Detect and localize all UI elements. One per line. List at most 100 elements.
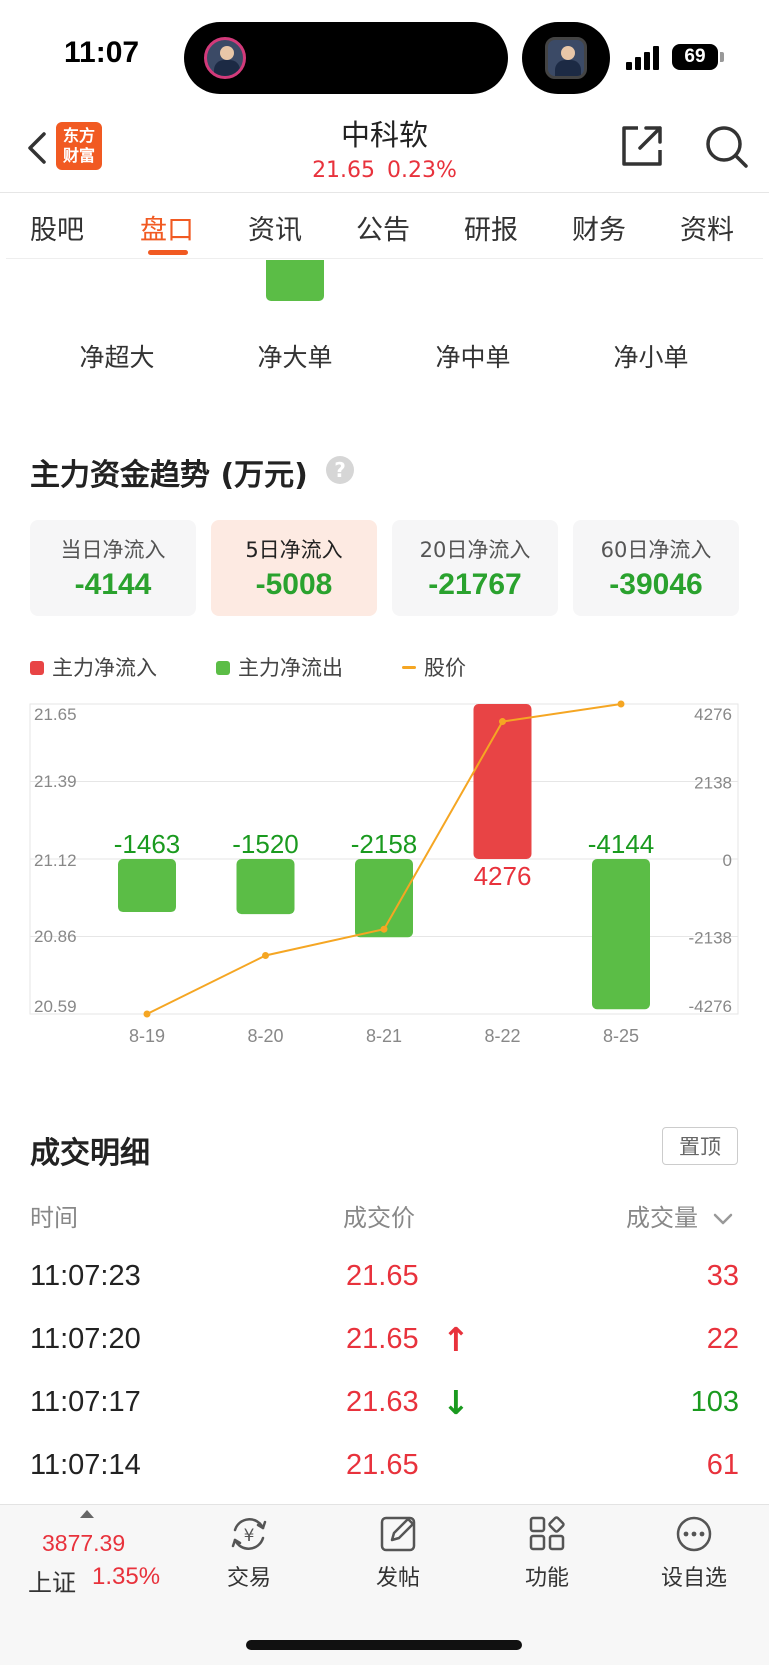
x-tick: 8-25 (603, 1026, 639, 1046)
nav-functions[interactable]: 功能 (487, 1514, 607, 1592)
nav-trade[interactable]: ¥ 交易 (189, 1514, 309, 1592)
dist-label-super: 净超大 (79, 343, 155, 372)
yen-exchange-icon: ¥ (231, 1518, 267, 1550)
header-divider (0, 192, 769, 193)
home-indicator (246, 1640, 522, 1650)
tabs-divider (6, 258, 763, 259)
tab-news[interactable]: 资讯 (248, 208, 302, 247)
more-icon (676, 1516, 712, 1552)
x-tick: 8-22 (484, 1026, 520, 1046)
active-tab-indicator (148, 250, 188, 255)
tab-profile[interactable]: 资料 (680, 208, 734, 247)
stock-price: 21.65 (312, 158, 376, 183)
trade-volume: 61 (706, 1449, 739, 1481)
trade-volume: 22 (706, 1323, 739, 1355)
tab-announcements[interactable]: 公告 (356, 208, 410, 247)
bar-label: -1463 (114, 829, 181, 859)
net-large-order-bar (266, 260, 324, 301)
help-icon[interactable]: ? (326, 456, 354, 484)
chevron-down-icon (713, 1213, 732, 1225)
arrow-up-icon: ↑ (442, 1320, 470, 1359)
signal-icon (626, 46, 662, 70)
apps-icon (529, 1516, 565, 1551)
dist-label-large: 净大单 (257, 343, 333, 372)
card-today-inflow[interactable]: 当日净流入 -4144 (30, 520, 196, 616)
trade-time: 11:07:14 (30, 1449, 141, 1481)
live-avatar[interactable] (204, 37, 246, 79)
tab-finance[interactable]: 财务 (572, 208, 626, 247)
dist-label-small: 净小单 (613, 343, 689, 372)
bar-8-25 (592, 859, 650, 1010)
trade-price: 21.65 (346, 1260, 419, 1292)
y-right-tick: -2138 (689, 929, 732, 948)
trade-time: 11:07:23 (30, 1260, 141, 1292)
status-time: 11:07 (64, 36, 140, 69)
bar-8-19 (118, 859, 176, 913)
nav-add-watchlist[interactable]: 设自选 (634, 1514, 754, 1592)
price-point (262, 952, 269, 960)
battery-icon: 69 (672, 44, 718, 70)
col-header-price: 成交价 (343, 1204, 415, 1232)
svg-text:¥: ¥ (244, 1526, 255, 1546)
dynamic-island-secondary (522, 22, 610, 94)
section-title-trade-details: 成交明细 (30, 1136, 150, 1171)
share-icon[interactable] (620, 124, 664, 168)
trade-time: 11:07:17 (30, 1386, 141, 1418)
live-avatar-secondary[interactable] (545, 37, 587, 79)
x-tick: 8-21 (366, 1026, 402, 1046)
y-left-tick: 20.86 (34, 927, 77, 946)
index-value[interactable]: 3877.39 (42, 1530, 125, 1557)
bar-8-21 (355, 859, 413, 938)
x-tick: 8-20 (247, 1026, 283, 1046)
y-right-tick: 2138 (694, 774, 732, 793)
trade-volume: 103 (690, 1386, 739, 1418)
index-caret-icon (80, 1510, 94, 1518)
bar-label: -2158 (351, 829, 418, 859)
pin-top-button[interactable]: 置顶 (662, 1127, 738, 1165)
tab-pankou[interactable]: 盘口 (140, 208, 194, 247)
index-change[interactable]: 1.35% (92, 1563, 160, 1591)
y-left-tick: 21.39 (34, 772, 77, 791)
y-left-tick: 20.59 (34, 997, 77, 1016)
arrow-down-icon: ↓ (442, 1383, 470, 1422)
dynamic-island (184, 22, 508, 94)
price-point (380, 925, 388, 933)
y-left-tick: 21.12 (34, 851, 77, 870)
nav-post[interactable]: 发帖 (338, 1514, 458, 1592)
index-name[interactable]: 上证 (28, 1563, 76, 1598)
y-left-tick: 21.65 (34, 705, 77, 724)
card-20day-inflow[interactable]: 20日净流入 -21767 (392, 520, 558, 616)
dist-label-medium: 净中单 (435, 343, 511, 372)
compose-icon (380, 1516, 416, 1552)
y-right-tick: -4276 (689, 997, 732, 1016)
legend-outflow: 主力净流出 (216, 652, 343, 682)
tab-research[interactable]: 研报 (464, 208, 518, 247)
price-point (617, 700, 625, 708)
x-tick: 8-19 (129, 1026, 165, 1046)
trade-price: 21.65 (346, 1449, 419, 1481)
price-point (143, 1010, 151, 1018)
trade-price: 21.63 (346, 1386, 419, 1418)
search-icon[interactable] (704, 124, 750, 170)
y-right-tick: 4276 (694, 705, 732, 724)
bar-8-20 (236, 859, 295, 915)
bar-label: 4276 (474, 861, 532, 891)
section-title-fund-trend: 主力资金趋势 (万元) (30, 458, 308, 493)
card-5day-inflow[interactable]: 5日净流入 -5008 (211, 520, 377, 616)
stock-change: 0.23% (387, 158, 457, 183)
card-60day-inflow[interactable]: 60日净流入 -39046 (573, 520, 739, 616)
battery-tip (720, 52, 724, 62)
bar-label: -4144 (588, 829, 655, 859)
legend-price: 股价 (402, 652, 466, 682)
fund-flow-chart: -1463 -1520 -2158 4276 -4144 21.65 21.39 21.12 2… (29, 700, 739, 1046)
legend-inflow: 主力净流入 (30, 652, 157, 682)
trade-price: 21.65 (346, 1323, 419, 1355)
price-point (499, 718, 506, 726)
trade-volume: 33 (706, 1260, 739, 1292)
trade-time: 11:07:20 (30, 1323, 141, 1355)
tab-guba[interactable]: 股吧 (30, 208, 84, 247)
col-header-volume[interactable]: 成交量 (626, 1198, 734, 1233)
bar-label: -1520 (232, 829, 299, 859)
y-right-tick: 0 (723, 851, 732, 870)
bar-8-22 (473, 704, 532, 859)
